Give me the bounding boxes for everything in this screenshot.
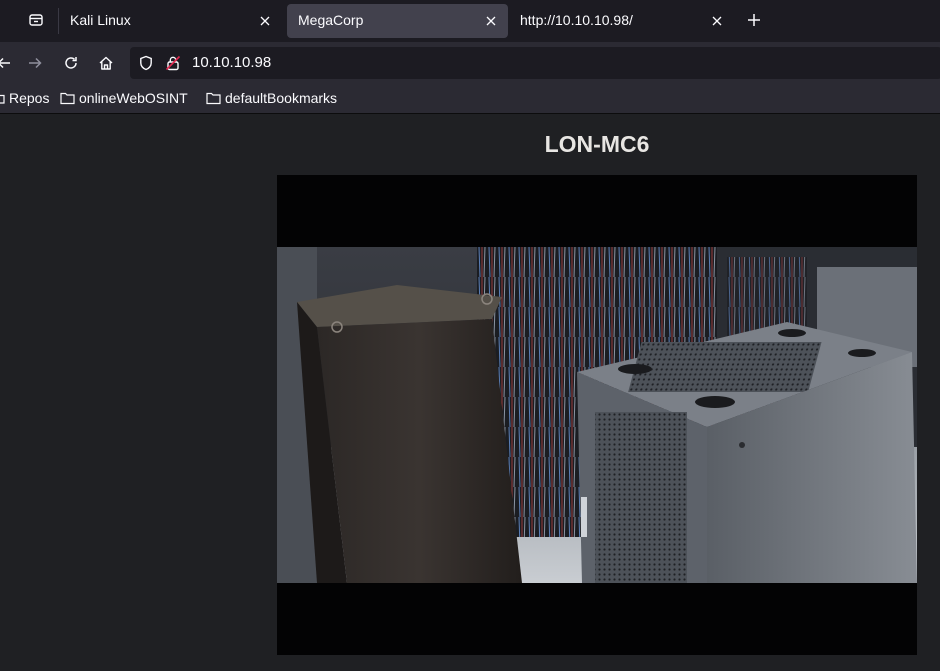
tab-kali-linux[interactable]: Kali Linux: [59, 4, 281, 38]
page-title: LON-MC6: [544, 131, 650, 157]
close-icon[interactable]: [257, 13, 273, 29]
bookmark-onlinewebosint[interactable]: onlineWebOSINT: [60, 90, 188, 106]
plus-icon[interactable]: [745, 11, 763, 29]
arrow-right-icon[interactable]: [25, 53, 45, 73]
tab-http-10-10-10-98[interactable]: http://10.10.10.98/: [509, 4, 733, 38]
close-icon[interactable]: [709, 13, 725, 29]
close-icon[interactable]: [483, 13, 499, 29]
reload-icon[interactable]: [61, 53, 81, 73]
tab-megacorp[interactable]: MegaCorp: [287, 4, 508, 38]
tab-title: Kali Linux: [70, 12, 131, 28]
tab-bar: Kali Linux MegaCorp http://10.10.10.98/: [0, 0, 940, 42]
tab-title: MegaCorp: [298, 12, 364, 28]
lock-insecure-icon[interactable]: [163, 53, 183, 73]
navigation-toolbar: 10.10.10.98: [0, 42, 940, 84]
bookmark-label: defaultBookmarks: [225, 90, 338, 106]
camera-feed-image: [277, 247, 917, 583]
url-bar[interactable]: 10.10.10.98: [130, 47, 940, 79]
bookmark-repos[interactable]: Repos: [0, 90, 49, 106]
home-icon[interactable]: [96, 53, 116, 73]
shield-icon[interactable]: [136, 53, 156, 73]
server-room-image: [277, 247, 917, 583]
folder-icon: [0, 94, 5, 104]
folder-icon: [206, 92, 221, 105]
arrow-left-icon[interactable]: [0, 53, 14, 73]
camera-video[interactable]: [277, 175, 917, 655]
bookmark-label: Repos: [9, 90, 50, 106]
bookmarks-toolbar: Repos onlineWebOSINT defaultBookmarks: [0, 84, 940, 114]
url-text[interactable]: 10.10.10.98: [192, 54, 271, 71]
bookmark-defaultbookmarks[interactable]: defaultBookmarks: [206, 90, 337, 106]
folder-icon: [60, 92, 75, 105]
page-content: LON-MC6: [0, 114, 940, 671]
tab-title: http://10.10.10.98/: [520, 12, 633, 28]
bookmark-label: onlineWebOSINT: [79, 90, 188, 106]
tab-list-icon[interactable]: [24, 8, 48, 32]
